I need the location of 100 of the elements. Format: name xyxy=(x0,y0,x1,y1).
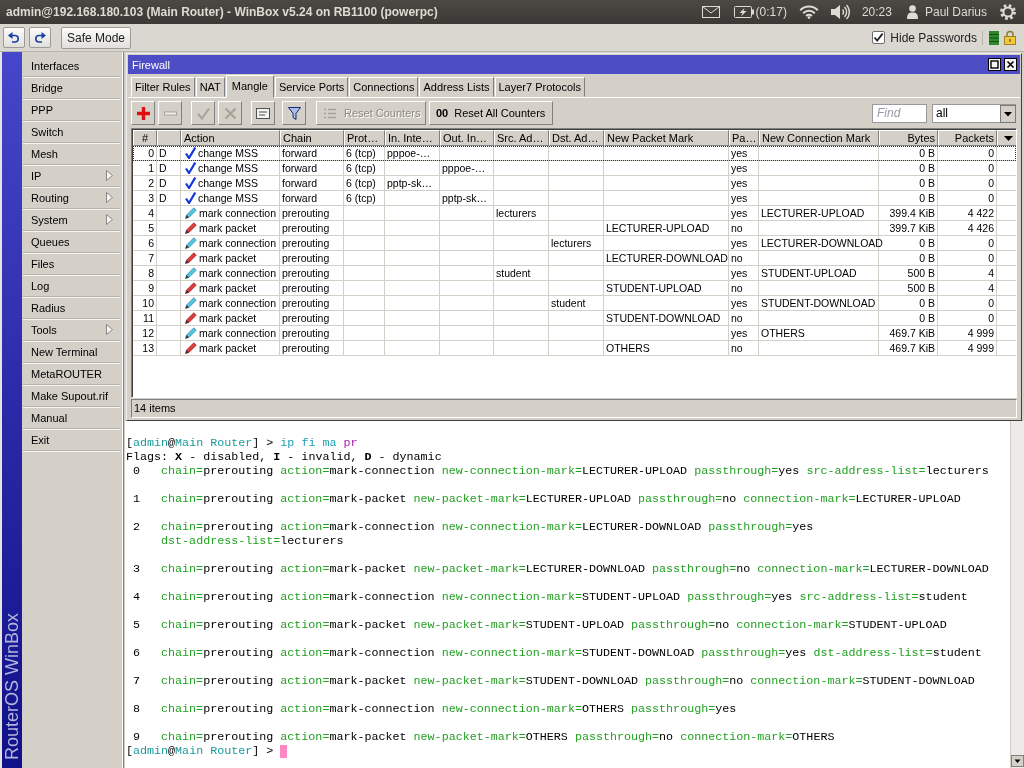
column-header[interactable]: Src. Ad… xyxy=(494,130,549,146)
volume-icon[interactable] xyxy=(830,4,850,20)
action-label: mark packet xyxy=(199,281,257,295)
tab[interactable]: Layer7 Protocols xyxy=(494,77,586,97)
table-row[interactable]: 6 mark connection prerouting lecturers yes LECTURER-DOWNLOAD 0 B 0 xyxy=(133,236,1016,251)
close-icon[interactable] xyxy=(1004,58,1017,71)
table-cell: OTHERS xyxy=(604,341,729,356)
menu-item[interactable]: Queues xyxy=(23,231,120,253)
action-label: change MSS xyxy=(198,146,259,160)
comment-button[interactable] xyxy=(251,101,275,125)
column-header[interactable]: Prot… xyxy=(344,130,385,146)
menu-item[interactable]: Mesh xyxy=(23,143,120,165)
checkbox-label[interactable]: Hide Passwords xyxy=(890,30,983,45)
scrollbar[interactable] xyxy=(1010,421,1024,768)
cross-icon xyxy=(223,106,237,120)
tab[interactable]: Address Lists xyxy=(419,77,494,97)
menu-item[interactable]: Make Supout.rif xyxy=(23,385,120,407)
menu-item[interactable]: Radius xyxy=(23,297,120,319)
menu-item[interactable]: Tools xyxy=(23,319,120,341)
filter-button[interactable] xyxy=(282,101,306,125)
entry-number: 1 xyxy=(132,492,140,506)
action-label: mark packet xyxy=(199,311,257,325)
action-label: change MSS xyxy=(198,191,259,205)
status-bar: 14 items xyxy=(131,399,1017,418)
table-row[interactable]: 7 mark packet prerouting LECTURER-DOWNLOAD no 0 B 0 xyxy=(133,251,1016,266)
menu-item[interactable]: Routing xyxy=(23,187,120,209)
mail-icon[interactable] xyxy=(701,6,720,18)
menu-item[interactable]: Files xyxy=(23,253,120,275)
maximize-icon[interactable] xyxy=(988,58,1001,71)
person-icon[interactable] xyxy=(906,5,918,19)
hide-passwords-checkbox[interactable] xyxy=(872,31,886,44)
table-row[interactable]: 2 D change MSS forward 6 (tcp) pptp-sk… yes 0 B 0 xyxy=(133,176,1016,191)
filter-dropdown[interactable]: all xyxy=(932,103,1016,123)
menu-item[interactable]: PPP xyxy=(23,99,120,121)
tab[interactable]: Connections xyxy=(349,77,419,97)
undo-button[interactable] xyxy=(3,27,25,48)
menu-item[interactable]: Exit xyxy=(23,429,120,451)
column-header[interactable]: Chain xyxy=(280,130,344,146)
menu-item[interactable]: Interfaces xyxy=(23,55,120,77)
table-row[interactable]: 9 mark packet prerouting STUDENT-UPLOAD no 500 B 4 xyxy=(133,281,1016,296)
column-header[interactable]: Dst. Ad… xyxy=(549,130,604,146)
action-label: mark connection xyxy=(199,296,277,310)
tab[interactable]: Filter Rules xyxy=(131,77,195,97)
column-header[interactable]: Pa… xyxy=(729,130,759,146)
menu-item[interactable]: MetaROUTER xyxy=(23,363,120,385)
window-title: admin@192.168.180.103 (Main Router) - WinBox v5.24 on RB1100 (powerpc) xyxy=(6,5,439,19)
wifi-icon[interactable] xyxy=(798,5,819,19)
caret-down-icon[interactable] xyxy=(1003,135,1013,141)
reset-all-counters-button[interactable]: 00 Reset All Counters xyxy=(429,101,553,125)
find-field[interactable]: Find xyxy=(872,103,927,123)
menu-item[interactable]: Switch xyxy=(23,121,120,143)
menu-item[interactable]: Bridge xyxy=(23,77,120,99)
menu-item[interactable]: System xyxy=(23,209,120,231)
safe-mode-button[interactable]: Safe Mode xyxy=(61,26,131,49)
redo-button[interactable] xyxy=(29,27,51,48)
tab[interactable]: Mangle xyxy=(225,75,274,98)
tab[interactable]: Service Ports xyxy=(274,77,349,97)
entry-number: 3 xyxy=(132,562,140,576)
column-header[interactable]: New Connection Mark xyxy=(759,130,879,146)
table-row[interactable]: 5 mark packet prerouting LECTURER-UPLOAD no 399.7 KiB 4 426 xyxy=(133,221,1016,236)
column-header[interactable]: Packets xyxy=(938,130,997,146)
user-name[interactable]: Paul Darius xyxy=(924,5,987,19)
add-button[interactable] xyxy=(131,101,155,125)
column-header[interactable]: # xyxy=(133,130,157,146)
action-label: mark connection xyxy=(199,326,277,340)
list-icon xyxy=(323,107,337,119)
action-label: mark connection xyxy=(199,266,277,280)
table-row[interactable]: 11 mark packet prerouting STUDENT-DOWNLOAD no 0 B 0 xyxy=(133,311,1016,326)
prompt-text: [admin@Main Router] > xyxy=(126,744,274,758)
column-header[interactable]: Bytes xyxy=(879,130,938,146)
filter-icon xyxy=(287,106,301,120)
table-row[interactable]: 0 D change MSS forward 6 (tcp) pppoe-… yes 0 B 0 xyxy=(133,146,1016,161)
caret-down-icon[interactable] xyxy=(1000,104,1016,123)
table-row[interactable]: 13 mark packet prerouting OTHERS no 469.7 KiB 4 999 xyxy=(133,341,1016,356)
tab[interactable]: NAT xyxy=(195,77,225,97)
clock[interactable]: 20:23 xyxy=(861,5,892,19)
terminal-line: chain=prerouting action=mark-packet new-packet-mark=LECTURER-DOWNLOAD passthrough=no connection-mark=LECTURER-DOWNLOAD xyxy=(161,562,989,576)
column-header[interactable] xyxy=(157,130,181,146)
column-header[interactable]: Action xyxy=(181,130,280,146)
terminal-line: chain=prerouting action=mark-connection new-connection-mark=STUDENT-DOWNLOAD passthrough=yes dst-address-list=student xyxy=(161,646,982,660)
table-row[interactable]: 1 D change MSS forward 6 (tcp) pppoe-… yes 0 B 0 xyxy=(133,161,1016,176)
table-row[interactable]: 10 mark connection prerouting student yes STUDENT-DOWNLOAD 0 B 0 xyxy=(133,296,1016,311)
menu-item[interactable]: IP xyxy=(23,165,120,187)
table-row[interactable]: 4 mark connection prerouting lecturers yes LECTURER-UPLOAD 399.4 KiB 4 422 xyxy=(133,206,1016,221)
table-cell: 13 xyxy=(133,341,157,356)
table-row[interactable]: 12 mark connection prerouting yes OTHERS 469.7 KiB 4 999 xyxy=(133,326,1016,341)
undo-icon xyxy=(8,32,20,43)
table-row[interactable]: 8 mark connection prerouting student yes STUDENT-UPLOAD 500 B 4 xyxy=(133,266,1016,281)
gear-icon[interactable] xyxy=(1000,4,1016,20)
column-header[interactable]: In. Inte… xyxy=(385,130,440,146)
entry-number: 2 xyxy=(132,520,140,534)
redo-icon xyxy=(34,32,46,43)
arrow-down-icon[interactable] xyxy=(1011,755,1024,767)
battery-icon[interactable] xyxy=(733,6,754,18)
column-header[interactable]: New Packet Mark xyxy=(604,130,729,146)
menu-item[interactable]: Manual xyxy=(23,407,120,429)
menu-item[interactable]: New Terminal xyxy=(23,341,120,363)
table-row[interactable]: 3 D change MSS forward 6 (tcp) pptp-sk… yes 0 B 0 xyxy=(133,191,1016,206)
column-header[interactable]: Out. In… xyxy=(440,130,494,146)
menu-item[interactable]: Log xyxy=(23,275,120,297)
